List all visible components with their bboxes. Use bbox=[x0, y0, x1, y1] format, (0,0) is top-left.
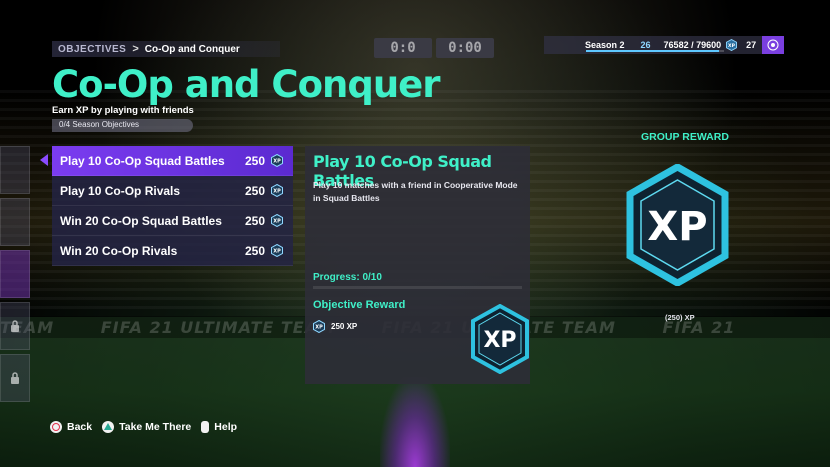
rail-tile-active[interactable] bbox=[0, 250, 30, 298]
season-level: 26 bbox=[640, 40, 651, 50]
season-level-badge[interactable] bbox=[762, 36, 784, 54]
svg-text:XP: XP bbox=[315, 325, 323, 331]
objective-row[interactable]: Play 10 Co-Op Squad Battles 250 XP bbox=[52, 146, 293, 176]
svg-text:XP: XP bbox=[273, 219, 281, 225]
breadcrumb-parent[interactable]: OBJECTIVES bbox=[52, 44, 126, 55]
season-label: Season 2 bbox=[585, 40, 625, 50]
objective-reward-value: 250 XP bbox=[331, 322, 358, 331]
stadium-scoreboard-clock: 0:00 bbox=[436, 38, 494, 58]
group-reward-heading: GROUP REWARD bbox=[641, 131, 729, 143]
objective-points: 250 bbox=[244, 153, 265, 168]
svg-text:XP: XP bbox=[728, 43, 736, 49]
objective-label: Play 10 Co-Op Squad Battles bbox=[60, 153, 225, 168]
objective-label: Win 20 Co-Op Rivals bbox=[60, 243, 178, 258]
selection-arrow-icon bbox=[40, 154, 48, 166]
season-objectives-progress: 0/4 Season Objectives bbox=[52, 119, 193, 132]
objective-reward-heading: Objective Reward bbox=[313, 299, 406, 311]
level-number: 27 bbox=[746, 40, 757, 50]
triangle-button-icon bbox=[102, 421, 115, 433]
back-label: Back bbox=[67, 421, 93, 433]
xp-total: 76582 / 79600 bbox=[663, 40, 722, 50]
objective-label: Win 20 Co-Op Squad Battles bbox=[60, 213, 222, 228]
breadcrumb-current: Co-Op and Conquer bbox=[144, 43, 240, 55]
rail-tile[interactable] bbox=[0, 198, 30, 246]
objective-detail-panel: Play 10 Co-Op Squad Battles Play 10 matc… bbox=[305, 146, 530, 384]
help-button[interactable]: Help bbox=[201, 421, 237, 433]
rail-tile-locked[interactable] bbox=[0, 354, 30, 402]
stadium-scoreboard-score: 0:0 bbox=[374, 38, 432, 58]
group-reward-value: (250) XP bbox=[665, 313, 695, 322]
xp-icon: XP bbox=[271, 184, 283, 197]
ad-text: FIFA 21 ULTIMATE TEAM bbox=[100, 318, 336, 337]
options-button-icon bbox=[201, 421, 210, 433]
objective-row[interactable]: Play 10 Co-Op Rivals 250 XP bbox=[52, 176, 293, 206]
page-subtitle: Earn XP by playing with friends bbox=[52, 105, 194, 116]
objective-reward-line: XP 250 XP bbox=[313, 320, 357, 333]
take-me-there-button[interactable]: Take Me There bbox=[102, 421, 191, 433]
svg-text:XP: XP bbox=[273, 159, 281, 165]
xp-icon: XP bbox=[271, 214, 283, 227]
xp-icon: XP bbox=[271, 244, 283, 257]
objective-points: 250 bbox=[244, 213, 265, 228]
detail-progress-bar bbox=[313, 286, 522, 289]
lock-icon bbox=[11, 320, 19, 332]
rail-tile-locked[interactable] bbox=[0, 302, 30, 350]
detail-progress: Progress: 0/10 bbox=[313, 272, 382, 283]
circle-button-icon bbox=[50, 421, 62, 433]
side-rail bbox=[0, 146, 30, 406]
objective-points: 250 bbox=[244, 243, 265, 258]
group-xp-badge-text: XP bbox=[647, 204, 707, 250]
xp-icon: XP bbox=[271, 154, 283, 167]
season-xp-progress bbox=[586, 50, 724, 52]
rail-tile[interactable] bbox=[0, 146, 30, 194]
xp-badge-text: XP bbox=[483, 328, 516, 353]
season-objectives-label: 0/4 Season Objectives bbox=[59, 120, 140, 129]
xp-icon: XP bbox=[313, 320, 325, 333]
season-xp-progress-fill bbox=[586, 50, 719, 52]
objective-points: 250 bbox=[244, 183, 265, 198]
star-icon bbox=[767, 39, 779, 51]
breadcrumb: OBJECTIVES > Co-Op and Conquer bbox=[52, 41, 280, 57]
svg-text:XP: XP bbox=[273, 249, 281, 255]
pitch-light-glow bbox=[380, 377, 450, 467]
xp-badge-icon: XP bbox=[471, 304, 529, 374]
detail-description: Play 10 matches with a friend in Coopera… bbox=[313, 180, 518, 203]
svg-text:XP: XP bbox=[273, 189, 281, 195]
objective-row[interactable]: Win 20 Co-Op Squad Battles 250 XP bbox=[52, 206, 293, 236]
group-xp-badge-icon: XP bbox=[626, 164, 729, 286]
breadcrumb-separator: > bbox=[132, 43, 139, 55]
objective-row[interactable]: Win 20 Co-Op Rivals 250 XP bbox=[52, 236, 293, 266]
help-label: Help bbox=[214, 421, 238, 433]
back-button[interactable]: Back bbox=[50, 421, 92, 433]
objective-label: Play 10 Co-Op Rivals bbox=[60, 183, 181, 198]
controller-hints: Back Take Me There Help bbox=[50, 421, 237, 433]
take-me-there-label: Take Me There bbox=[119, 421, 192, 433]
objective-list: Play 10 Co-Op Squad Battles 250 XP Play … bbox=[52, 146, 293, 266]
lock-icon bbox=[11, 372, 19, 384]
xp-icon: XP bbox=[726, 39, 738, 51]
page-title: Co-Op and Conquer bbox=[52, 63, 441, 106]
